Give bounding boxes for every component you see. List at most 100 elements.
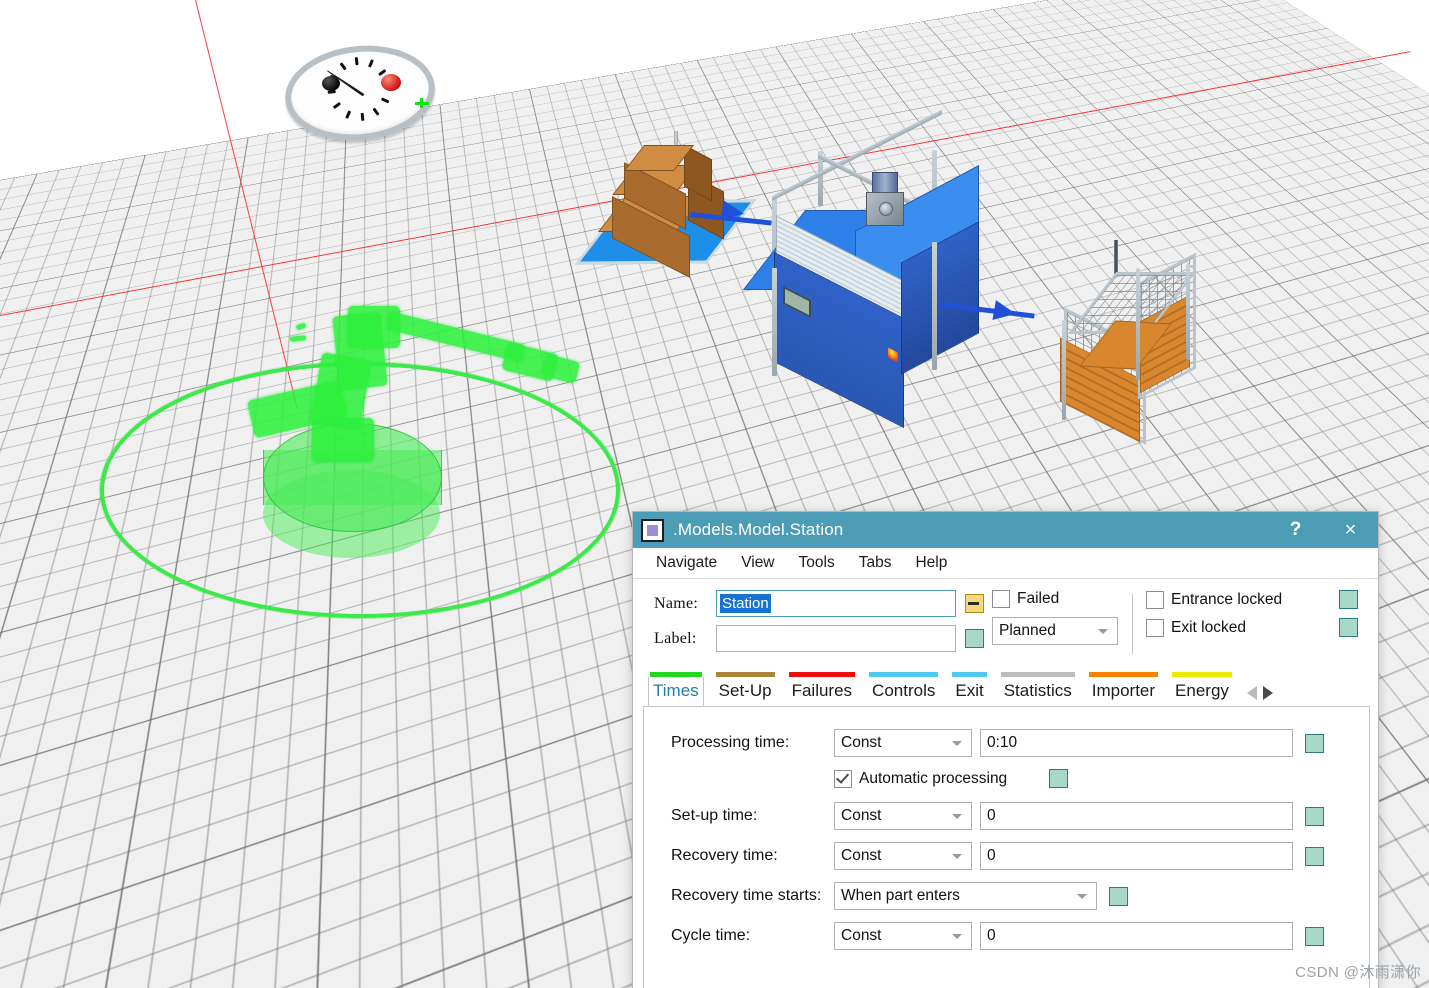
tab-setup[interactable]: Set-Up xyxy=(709,672,782,706)
tab-label-statistics: Statistics xyxy=(1003,681,1072,700)
failed-checkbox[interactable] xyxy=(992,590,1010,608)
setup-time-input[interactable]: 0 xyxy=(980,802,1293,830)
failed-row: Failed xyxy=(992,590,1132,608)
dialog-menubar[interactable]: Navigate View Tools Tabs Help xyxy=(633,548,1378,579)
recovery-time-distribution-dropdown[interactable]: Const xyxy=(834,842,972,870)
tab-strip[interactable]: Times Set-Up Failures Controls Exit Stat… xyxy=(643,672,1370,707)
name-input-value: Station xyxy=(720,594,771,613)
times-tab-panel: Processing time: Const 0:10 Automatic pr… xyxy=(643,707,1370,988)
dialog-titlebar[interactable]: .Models.Model.Station ? × xyxy=(633,512,1378,548)
tab-label-failures: Failures xyxy=(791,681,853,700)
recovery-time-starts-dropdown[interactable]: When part enters xyxy=(834,882,1097,910)
tab-times[interactable]: Times xyxy=(643,672,709,706)
recovery-time-row: Recovery time: Const 0 xyxy=(644,842,1369,870)
processing-time-label: Processing time: xyxy=(671,734,790,751)
processing-time-distribution-value: Const xyxy=(841,734,882,751)
menu-item-help[interactable]: Help xyxy=(904,550,958,576)
vertical-divider xyxy=(1132,594,1133,654)
lock-group: Entrance locked Exit locked xyxy=(1132,590,1378,660)
tab-label-times: Times xyxy=(648,677,704,706)
processing-time-options-button[interactable] xyxy=(1305,733,1324,753)
tab-statistics[interactable]: Statistics xyxy=(994,672,1082,706)
label-options-button[interactable] xyxy=(965,629,984,648)
gantry-post-front xyxy=(772,268,777,376)
connector-arrow-2 xyxy=(992,300,1018,324)
tab-label-exit: Exit xyxy=(955,681,984,700)
recovery-time-options-button[interactable] xyxy=(1305,846,1324,866)
tab-label-energy: Energy xyxy=(1175,681,1229,700)
robot-arm[interactable] xyxy=(100,300,620,618)
station-properties-dialog[interactable]: .Models.Model.Station ? × Navigate View … xyxy=(632,511,1379,988)
cycle-time-options-button[interactable] xyxy=(1305,926,1324,946)
tab-failures[interactable]: Failures xyxy=(782,672,862,706)
cycle-time-input[interactable]: 0 xyxy=(980,922,1293,950)
name-options-button[interactable] xyxy=(965,594,984,613)
entrance-locked-options-button[interactable] xyxy=(1339,590,1358,609)
planned-dropdown[interactable]: Planned xyxy=(992,617,1118,645)
automatic-processing-row: Automatic processing xyxy=(644,769,1369,788)
cycle-time-label: Cycle time: xyxy=(671,927,751,944)
chevron-left-icon[interactable] xyxy=(1246,686,1257,700)
recovery-time-starts-row: Recovery time starts: When part enters xyxy=(644,882,1369,910)
exit-locked-checkbox[interactable] xyxy=(1146,618,1164,637)
drain-edge-3 xyxy=(1186,264,1190,360)
exit-locked-label: Exit locked xyxy=(1171,618,1246,636)
event-controller-clock[interactable] xyxy=(280,38,440,148)
chevron-right-icon[interactable] xyxy=(1262,686,1273,700)
name-input[interactable]: Station xyxy=(716,590,956,617)
failed-label: Failed xyxy=(1017,590,1060,607)
label-input[interactable] xyxy=(716,625,956,652)
recovery-time-starts-options-button[interactable] xyxy=(1109,886,1128,906)
entrance-locked-checkbox[interactable] xyxy=(1146,590,1164,609)
tab-controls[interactable]: Controls xyxy=(862,672,945,706)
menu-item-view[interactable]: View xyxy=(730,550,785,576)
exit-locked-options-button[interactable] xyxy=(1339,618,1358,637)
tab-label-importer: Importer xyxy=(1091,681,1156,700)
chevron-down-icon xyxy=(952,813,962,819)
chevron-down-icon xyxy=(952,853,962,859)
processing-time-input[interactable]: 0:10 xyxy=(980,729,1293,757)
label-label: Label: xyxy=(654,629,697,647)
help-button[interactable]: ? xyxy=(1268,512,1323,548)
green-axis-marker xyxy=(415,98,429,108)
setup-time-row: Set-up time: Const 0 xyxy=(644,802,1369,830)
station-window-icon xyxy=(641,518,664,542)
setup-time-options-button[interactable] xyxy=(1305,806,1324,826)
automatic-processing-checkbox[interactable] xyxy=(834,769,852,788)
automatic-processing-label: Automatic processing xyxy=(859,769,1008,787)
drain-edge-1 xyxy=(1062,320,1066,420)
robot-cable-b xyxy=(289,335,307,342)
tab-importer[interactable]: Importer xyxy=(1082,672,1165,706)
menu-item-tools[interactable]: Tools xyxy=(788,550,846,576)
name-label-group: Name: Station Label: xyxy=(633,590,984,660)
chevron-down-icon xyxy=(952,740,962,746)
close-button[interactable]: × xyxy=(1323,512,1378,548)
cycle-time-distribution-value: Const xyxy=(841,927,882,944)
menu-item-navigate[interactable]: Navigate xyxy=(645,550,728,576)
tab-energy[interactable]: Energy xyxy=(1165,672,1239,706)
gantry-beam-top-left xyxy=(772,109,942,201)
recovery-time-distribution-value: Const xyxy=(841,847,882,864)
menu-item-tabs[interactable]: Tabs xyxy=(848,550,903,576)
automatic-processing-options-button[interactable] xyxy=(1049,769,1069,788)
processing-time-distribution-dropdown[interactable]: Const xyxy=(834,729,972,757)
spindle-tool xyxy=(879,202,893,216)
recovery-time-input[interactable]: 0 xyxy=(980,842,1293,870)
entrance-locked-label: Entrance locked xyxy=(1171,590,1283,608)
tab-label-controls: Controls xyxy=(872,681,936,700)
black-sphere-marker xyxy=(322,76,340,91)
titlebar-buttons: ? × xyxy=(1268,512,1378,548)
robot-cable-a xyxy=(295,322,307,331)
recovery-time-label: Recovery time: xyxy=(671,847,778,864)
recovery-time-starts-value: When part enters xyxy=(841,887,960,904)
tab-exit[interactable]: Exit xyxy=(945,672,993,706)
setup-time-distribution-dropdown[interactable]: Const xyxy=(834,802,972,830)
red-sphere-marker xyxy=(381,74,401,91)
label-row: Label: xyxy=(654,625,984,652)
cycle-time-distribution-dropdown[interactable]: Const xyxy=(834,922,972,950)
station-machine[interactable] xyxy=(742,109,1000,429)
exit-locked-row: Exit locked xyxy=(1146,618,1378,637)
csdn-watermark: CSDN @沐雨潇你 xyxy=(1295,964,1421,981)
connector-arrow-1 xyxy=(720,200,746,224)
mesh-container-drain[interactable] xyxy=(1060,240,1210,450)
